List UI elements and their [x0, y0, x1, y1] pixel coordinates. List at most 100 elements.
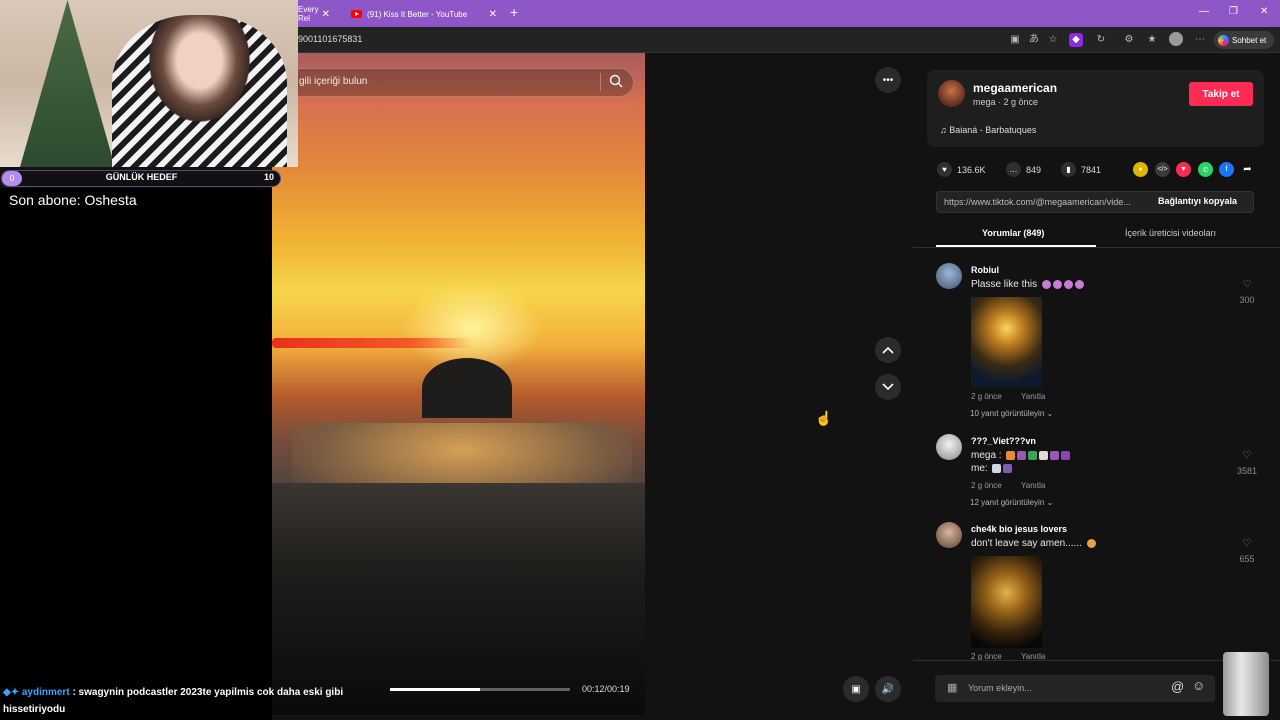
gift-icon[interactable]: ▦ — [947, 681, 957, 694]
search-placeholder[interactable]: gili içeriği bulun — [299, 76, 367, 87]
emoji-icon — [992, 463, 1002, 473]
close-icon[interactable]: ✕ — [489, 9, 497, 20]
comment-user[interactable]: Robiul — [971, 265, 999, 275]
close-icon[interactable]: ✕ — [322, 9, 330, 20]
volume-button[interactable]: 🔊 — [875, 676, 901, 702]
tab-youtube[interactable]: (91) Kiss It Better - YouTube ✕ — [345, 3, 503, 25]
emoji-icon — [1052, 279, 1062, 289]
extension-icon[interactable]: ◆ — [1069, 33, 1083, 47]
search-icon[interactable] — [609, 74, 623, 88]
music-info[interactable]: ♫ Baianá - Barbatuques — [940, 125, 1036, 135]
embed-icon[interactable]: </> — [1155, 162, 1170, 177]
author-avatar[interactable] — [938, 80, 965, 107]
chevron-down-icon: ⌄ — [1046, 498, 1054, 507]
emoji-icon — [1050, 450, 1060, 460]
facebook-icon[interactable]: f — [1219, 162, 1234, 177]
favorites-icon[interactable]: ★ — [1145, 33, 1159, 47]
refresh-icon[interactable]: ↻ — [1094, 33, 1108, 47]
close-window-button[interactable]: ✕ — [1260, 6, 1268, 17]
pip-icon: ▣ — [851, 683, 861, 695]
like-stat[interactable]: ♥ 136.6K — [937, 162, 986, 177]
comment-image[interactable] — [971, 297, 1042, 387]
comment-avatar[interactable] — [936, 434, 962, 460]
new-tab-button[interactable]: + — [510, 4, 518, 20]
comment-heart-icon[interactable]: ♡ — [1235, 450, 1259, 461]
more-options-button[interactable]: ••• — [875, 67, 901, 93]
comment-text: me: — [971, 463, 1013, 474]
comment-line: mega : — [971, 450, 1002, 461]
previous-video-button[interactable] — [875, 337, 901, 363]
comment-user[interactable]: che4k bio jesus lovers — [971, 524, 1067, 534]
author-name[interactable]: megaamerican — [973, 81, 1057, 95]
emoji-icon — [1061, 450, 1071, 460]
comment-heart-icon[interactable]: ♡ — [1235, 279, 1259, 290]
sugarloaf-mountain — [422, 358, 512, 418]
video-time: 00:12/00:19 — [582, 684, 630, 694]
extensions-icon[interactable]: ⚙ — [1122, 33, 1136, 47]
chat-username: aydinmert — [21, 687, 70, 698]
copilot-label: Sohbet et — [1232, 35, 1267, 45]
minimize-button[interactable]: — — [1199, 6, 1209, 17]
next-video-button[interactable] — [875, 374, 901, 400]
tab-title: (91) Kiss It Better - YouTube — [367, 9, 468, 19]
split-screen-icon[interactable]: ▣ — [1008, 33, 1022, 47]
reply-button[interactable]: Yanıtla — [1021, 392, 1045, 401]
comment-stat[interactable]: … 849 — [1006, 162, 1041, 177]
view-replies-button[interactable]: 10 yanıt görüntüleyin ⌄ — [970, 409, 1053, 418]
maximize-button[interactable]: ❐ — [1229, 6, 1238, 17]
comment-like-count: 3581 — [1236, 466, 1258, 476]
translate-icon[interactable]: あ — [1027, 33, 1041, 47]
tab-comments[interactable]: Yorumlar (849) — [982, 228, 1044, 238]
author-meta: mega · 2 g önce — [973, 97, 1039, 107]
comment-avatar[interactable] — [936, 263, 962, 289]
emoji-icon — [1063, 279, 1073, 289]
comment-user[interactable]: ???_Viet???vn — [971, 436, 1036, 446]
comment-heart-icon[interactable]: ♡ — [1235, 538, 1259, 549]
pip-button[interactable]: ▣ — [843, 676, 869, 702]
red-cloud — [272, 338, 472, 348]
latest-subscriber: Son abone: Oshesta — [9, 192, 137, 208]
follow-button[interactable]: Takip et — [1189, 82, 1253, 106]
coin-icon[interactable]: ● — [1133, 162, 1148, 177]
view-replies-button[interactable]: 12 yanıt görüntüleyin ⌄ — [970, 498, 1053, 507]
heart-icon: ♥ — [937, 162, 952, 177]
tab-creator-videos[interactable]: İçerik üreticisi videoları — [1125, 228, 1216, 238]
comment-line: don't leave say amen...... — [971, 538, 1082, 549]
emoji-icon — [1041, 279, 1051, 289]
comment-date: 2 g önce — [971, 392, 1002, 401]
comment-like-count: 655 — [1239, 554, 1255, 564]
streamer — [112, 15, 287, 167]
comment-like-count: 300 — [1239, 295, 1255, 305]
chevron-down-icon: ⌄ — [1046, 409, 1054, 418]
profile-avatar[interactable] — [1169, 32, 1183, 46]
share-icon[interactable]: ➦ — [1240, 162, 1255, 177]
speaker-icon: 🔊 — [881, 683, 895, 695]
url-field[interactable]: 9001101675831 — [298, 34, 362, 44]
emoji-icon — [1003, 463, 1013, 473]
save-count: 7841 — [1081, 164, 1102, 175]
comment-image[interactable] — [971, 556, 1042, 648]
glass-cup — [1223, 652, 1269, 716]
music-note-icon: ♫ — [940, 125, 947, 135]
copy-link-button[interactable]: Bağlantıyı kopyala — [1158, 196, 1237, 206]
more-menu-icon[interactable]: ⋯ — [1193, 33, 1207, 47]
copilot-button[interactable]: Sohbet et — [1214, 31, 1274, 49]
stream-side-area — [0, 188, 272, 720]
tab-every[interactable]: Every Rel ✕ — [292, 3, 336, 25]
video-link[interactable]: https://www.tiktok.com/@megaamerican/vid… — [944, 197, 1149, 207]
send-icon[interactable]: ▼ — [1176, 162, 1191, 177]
emoji-icon — [1017, 450, 1027, 460]
mention-icon[interactable]: @ — [1171, 679, 1184, 694]
emoji-icon — [1006, 450, 1016, 460]
reply-button[interactable]: Yanıtla — [1021, 481, 1045, 490]
emoji-picker-icon[interactable]: ☺ — [1192, 678, 1205, 693]
comment-placeholder[interactable]: Yorum ekleyin... — [968, 683, 1032, 693]
whatsapp-icon[interactable]: ✆ — [1198, 162, 1213, 177]
save-stat[interactable]: ▮ 7841 — [1061, 162, 1101, 177]
tab-title: Every Rel — [298, 5, 319, 23]
view-replies-label: 10 yanıt görüntüleyin — [970, 409, 1045, 418]
comment-avatar[interactable] — [936, 522, 962, 548]
chat-text-line2: hissetiriyodu — [3, 704, 66, 715]
video-player[interactable] — [272, 53, 645, 715]
favorite-icon[interactable]: ☆ — [1046, 33, 1060, 47]
